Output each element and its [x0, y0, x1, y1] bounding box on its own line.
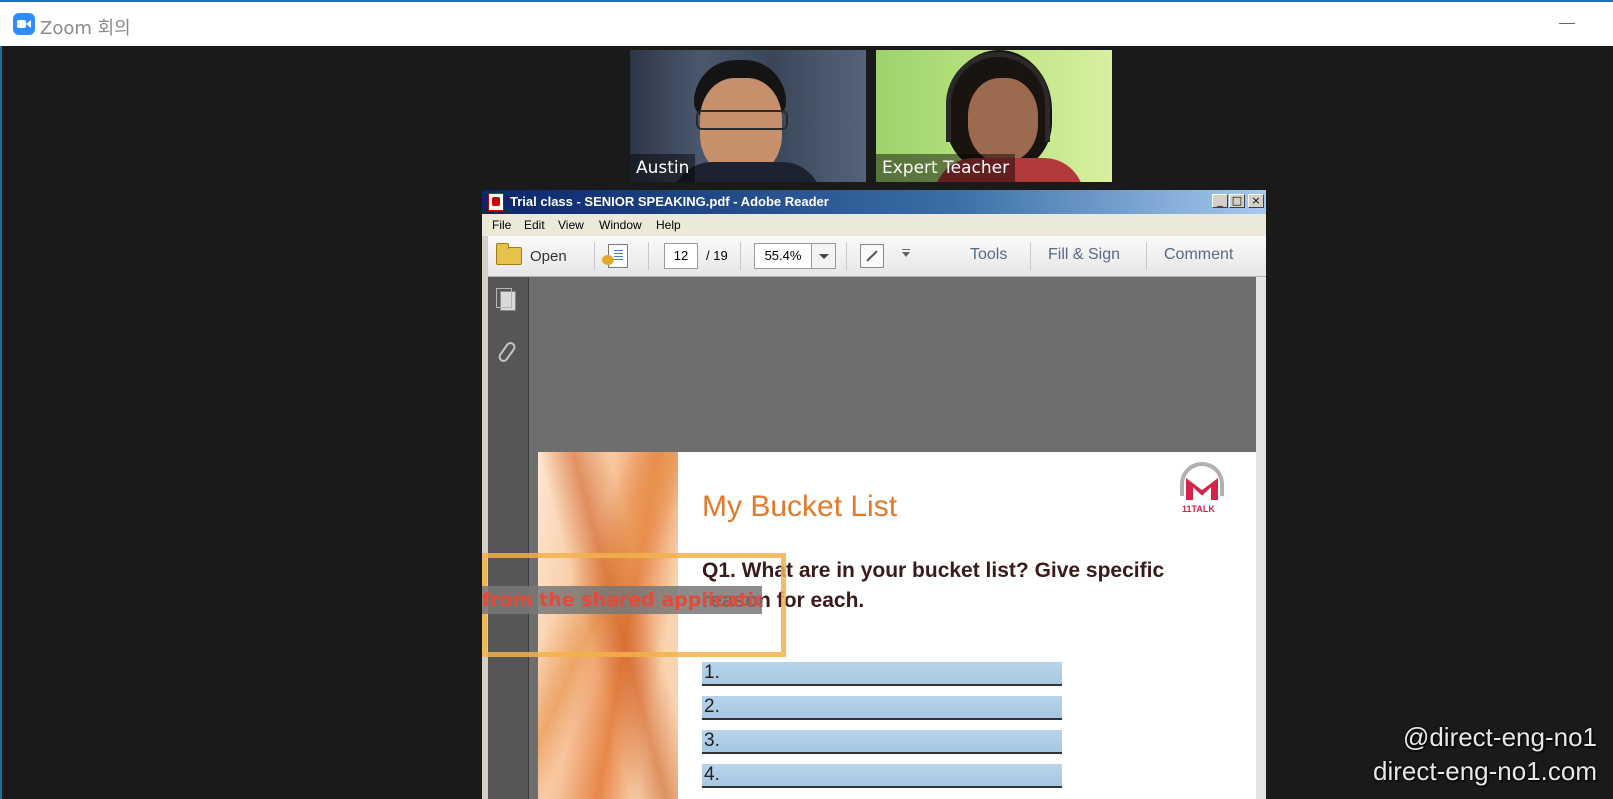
menu-help[interactable]: Help [656, 218, 681, 232]
window-minimize-button[interactable]: _ [1212, 194, 1228, 208]
share-notice: from the shared application [482, 586, 762, 614]
menu-window[interactable]: Window [599, 218, 642, 232]
paperclip-icon[interactable] [496, 340, 518, 364]
watermark-site: direct-eng-no1.com [1373, 756, 1597, 786]
page-heading: My Bucket List [702, 490, 898, 523]
zoom-level-input[interactable]: 55.4% [754, 243, 812, 269]
toolbar-more-icon[interactable] [902, 249, 910, 257]
zoom-window-title: Zoom 회의 [40, 18, 131, 39]
reader-window-title: Trial class - SENIOR SPEAKING.pdf - Adob… [510, 194, 829, 209]
toolbar-divider [648, 242, 649, 270]
minimize-icon[interactable] [1556, 12, 1578, 34]
answer-line: 1. [702, 662, 1062, 686]
participant-name: Austin [630, 154, 696, 182]
answer-line: 3. [702, 730, 1062, 754]
participant-name: Expert Teacher [876, 154, 1016, 182]
toolbar-divider [740, 242, 741, 270]
toolbar-divider [846, 242, 847, 270]
toolbar-divider [1030, 242, 1031, 270]
zoom-camera-icon [13, 13, 35, 35]
pages-icon[interactable] [496, 288, 516, 311]
window-close-button[interactable]: × [1248, 194, 1264, 208]
fit-page-icon[interactable] [860, 244, 884, 268]
glasses-shape [696, 110, 788, 130]
window-edge [0, 46, 2, 799]
page-total: / 19 [706, 248, 728, 263]
zoom-title-bar: Zoom 회의 [0, 0, 1613, 46]
pdf-app-icon [488, 193, 504, 211]
page-number-input[interactable]: 12 [664, 243, 698, 269]
answer-line: 2. [702, 696, 1062, 720]
toolbar-divider [1146, 242, 1147, 270]
navigation-panel [488, 277, 529, 799]
logo-text: 11TALK [1182, 504, 1215, 514]
folder-open-icon[interactable] [496, 243, 522, 265]
watermark-handle: @direct-eng-no1 [1402, 722, 1597, 752]
tools-button[interactable]: Tools [970, 246, 1007, 264]
window-maximize-button[interactable]: □ [1229, 194, 1245, 208]
menu-file[interactable]: File [492, 218, 511, 232]
participant-video-austin[interactable]: Austin [630, 50, 866, 182]
toolbar-divider [594, 242, 595, 270]
reader-title-bar: Trial class - SENIOR SPEAKING.pdf - Adob… [482, 190, 1266, 214]
chevron-down-icon[interactable] [812, 243, 836, 269]
vertical-scrollbar[interactable] [1256, 277, 1266, 799]
brand-logo: 11TALK [1176, 462, 1230, 518]
open-button[interactable]: Open [530, 248, 567, 265]
comment-button[interactable]: Comment [1164, 246, 1233, 264]
fill-sign-button[interactable]: Fill & Sign [1048, 246, 1120, 264]
answer-line: 4. [702, 764, 1062, 788]
menu-bar: File Edit View Window Help [482, 214, 1266, 236]
shared-pdf-window: Trial class - SENIOR SPEAKING.pdf - Adob… [482, 190, 1266, 799]
menu-edit[interactable]: Edit [524, 218, 545, 232]
reader-toolbar: Open 12 / 19 55.4% Tools Fill & Sign Com… [488, 236, 1266, 277]
create-pdf-icon[interactable] [602, 244, 628, 268]
menu-view[interactable]: View [558, 218, 584, 232]
participant-video-teacher[interactable]: Expert Teacher [876, 50, 1112, 182]
